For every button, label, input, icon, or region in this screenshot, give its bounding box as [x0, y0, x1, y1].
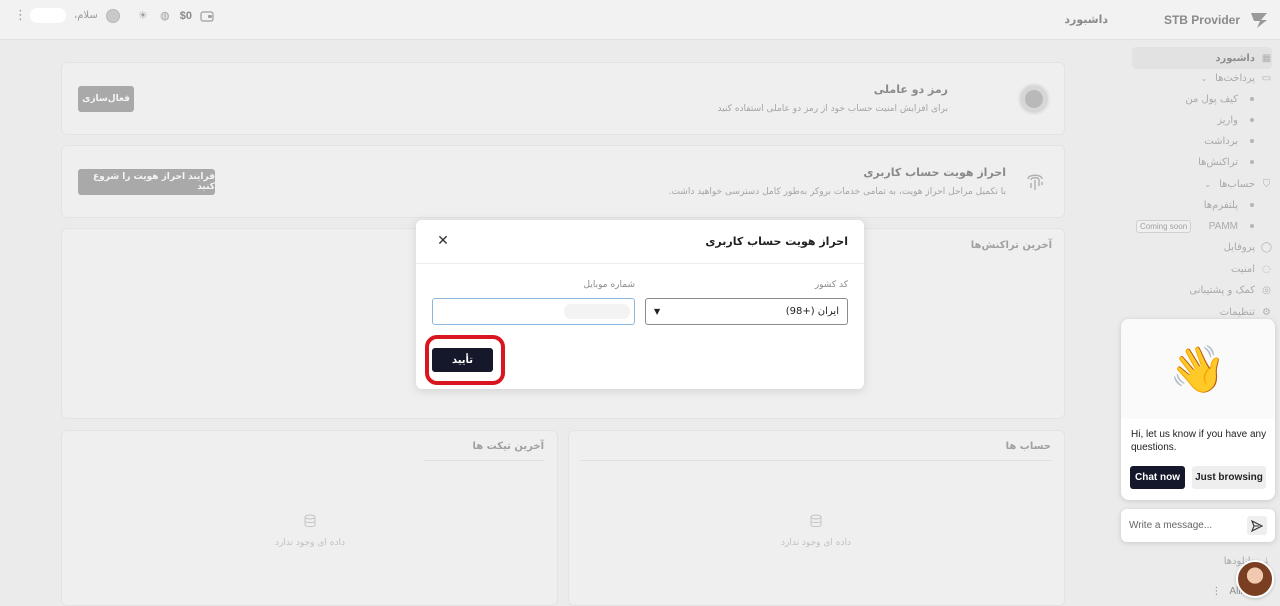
chat-input-box[interactable]: Write a message... — [1121, 509, 1275, 542]
kyc-title: احراز هویت حساب کاربری — [863, 166, 1006, 179]
activate-two-factor-button[interactable]: فعال‌سازی — [78, 86, 134, 112]
mobile-number-input[interactable] — [432, 298, 635, 325]
confirm-highlight-annotation — [425, 335, 505, 385]
bullet-icon — [1250, 139, 1254, 143]
wallet-balance: $0 — [179, 9, 193, 22]
grid-icon: ▦ — [1261, 52, 1272, 64]
theme-toggle-sun-icon[interactable]: ☀ — [136, 9, 150, 23]
sidebar-item-label: امنیت — [1231, 263, 1255, 275]
sidebar-item-platforms[interactable]: پلتفرم‌ها — [1132, 195, 1272, 215]
chevron-down-icon: ⌄ — [1200, 73, 1208, 83]
bullet-icon — [1250, 97, 1254, 101]
sidebar-item-label: تراکنش‌ها — [1198, 156, 1238, 168]
sidebar-item-pamm[interactable]: PAMM Coming soon — [1132, 216, 1272, 236]
fingerprint-icon — [1027, 174, 1043, 190]
sidebar-item-label: حساب‌ها — [1219, 178, 1255, 190]
brand[interactable]: STB Provider — [1164, 9, 1270, 31]
chat-input-placeholder: Write a message... — [1129, 520, 1213, 531]
bullet-icon — [1250, 224, 1254, 228]
gear-icon: ⚙ — [1262, 306, 1271, 318]
sidebar-item-label: PAMM — [1208, 220, 1238, 232]
country-code-label: کد کشور — [814, 280, 848, 290]
sidebar-item-transactions[interactable]: تراکنش‌ها — [1132, 152, 1272, 172]
empty-text: داده ای وجود ندارد — [780, 538, 851, 548]
top-left-controls: ⋮ سلام، ☀ ◍ $0 — [14, 8, 214, 23]
sidebar-item-label: داشبورد — [1215, 52, 1255, 64]
card-icon: ▭ — [1261, 72, 1272, 84]
lock-icon: ◌ — [1262, 263, 1271, 275]
chat-now-button[interactable]: Chat now — [1130, 466, 1185, 489]
help-icon: ◎ — [1262, 284, 1271, 296]
two-factor-title: رمز دو عاملی — [873, 83, 948, 96]
brand-logo-icon — [1251, 13, 1267, 28]
database-icon — [810, 514, 822, 527]
shield-icon: ⛉ — [1262, 178, 1271, 190]
sidebar-item-dashboard[interactable]: ▦ داشبورد — [1132, 47, 1272, 69]
chat-widget: 👋 Hi, let us know if you have any questi… — [1121, 319, 1275, 500]
modal-header: احراز هویت حساب کاربری ✕ — [416, 220, 864, 264]
sidebar-item-accounts[interactable]: ⛉ حساب‌ها ⌄ — [1132, 174, 1272, 194]
user-name-masked — [30, 8, 66, 23]
sidebar-item-label: تنظیمات — [1219, 306, 1255, 318]
sidebar-item-deposit[interactable]: واریز — [1132, 110, 1272, 130]
send-icon[interactable] — [1247, 516, 1267, 535]
just-browsing-button[interactable]: Just browsing — [1192, 466, 1266, 489]
coming-soon-badge: Coming soon — [1136, 219, 1192, 233]
sidebar-item-label: واریز — [1217, 114, 1238, 126]
sidebar-item-label: برداشت — [1204, 135, 1238, 147]
more-menu-icon[interactable]: ⋮ — [1211, 586, 1221, 597]
support-agent-avatar[interactable] — [1236, 560, 1274, 598]
user-avatar[interactable] — [105, 8, 120, 23]
database-icon — [304, 514, 316, 527]
mobile-number-label: شماره موبایل — [583, 280, 635, 290]
close-icon[interactable]: ✕ — [436, 234, 450, 248]
transactions-title: آخرین تراکنش‌ها — [970, 240, 1052, 251]
accounts-title: حساب ها — [1005, 441, 1051, 452]
chat-message: Hi, let us know if you have any question… — [1131, 429, 1267, 453]
sidebar-item-label: کمک و پشتیبانی — [1189, 284, 1255, 296]
accounts-empty-state: داده ای وجود ندارد — [768, 514, 864, 548]
chevron-down-icon: ▼ — [654, 307, 661, 316]
tickets-divider — [423, 460, 545, 461]
two-factor-icon — [1018, 83, 1050, 115]
sidebar-item-wallet[interactable]: کیف پول من — [1132, 89, 1272, 109]
sidebar-item-withdraw[interactable]: برداشت — [1132, 131, 1272, 151]
empty-text: داده ای وجود ندارد — [274, 538, 345, 548]
kyc-card: احراز هویت حساب کاربری با تکمیل مراحل اح… — [61, 145, 1065, 218]
country-code-select[interactable]: ایران (+98) ▼ — [645, 298, 848, 325]
kyc-desc: با تکمیل مراحل احراز هویت، به تمامی خدما… — [668, 187, 1006, 197]
bullet-icon — [1250, 160, 1254, 164]
sidebar-item-security[interactable]: ◌ امنیت — [1132, 259, 1272, 279]
country-code-value: ایران (+98) — [785, 306, 839, 317]
greeting-text: سلام، — [74, 10, 98, 21]
language-globe-icon[interactable]: ◍ — [158, 9, 172, 23]
bullet-icon — [1250, 118, 1254, 122]
more-menu-icon[interactable]: ⋮ — [14, 8, 27, 23]
user-icon: ◯ — [1260, 241, 1273, 253]
sidebar-item-label: کیف پول من — [1185, 93, 1238, 105]
sidebar-item-profile[interactable]: ◯ پروفایل — [1132, 237, 1272, 257]
sidebar-item-label: پروفایل — [1223, 241, 1255, 253]
accounts-divider — [580, 460, 1052, 461]
chevron-down-icon: ⌄ — [1204, 179, 1212, 189]
tickets-title: آخرین تیکت ها — [472, 441, 545, 452]
waving-hand-icon: 👋 — [1121, 319, 1275, 419]
bullet-icon — [1250, 203, 1254, 207]
sidebar-item-label: پرداخت‌ها — [1215, 72, 1255, 84]
two-factor-card: رمز دو عاملی برای افزایش امنیت حساب خود … — [61, 62, 1065, 135]
sidebar-item-support[interactable]: ◎ کمک و پشتیبانی — [1132, 280, 1272, 300]
tickets-empty-state: داده ای وجود ندارد — [262, 514, 358, 548]
start-kyc-button[interactable]: فرایند احراز هویت را شروع کنید — [78, 169, 215, 195]
mobile-number-masked — [564, 304, 630, 319]
top-bar: STB Provider داشبورد ⋮ سلام، ☀ ◍ $0 — [0, 0, 1280, 40]
two-factor-desc: برای افزایش امنیت حساب خود از رمز دو عام… — [717, 104, 948, 114]
sidebar-item-label: پلتفرم‌ها — [1203, 199, 1238, 211]
modal-title: احراز هویت حساب کاربری — [705, 235, 848, 248]
page-heading: داشبورد — [1064, 13, 1108, 26]
wallet-icon[interactable] — [200, 10, 214, 22]
sidebar-item-payments[interactable]: ▭ پرداخت‌ها ⌄ — [1132, 68, 1272, 88]
brand-name: STB Provider — [1163, 13, 1240, 27]
